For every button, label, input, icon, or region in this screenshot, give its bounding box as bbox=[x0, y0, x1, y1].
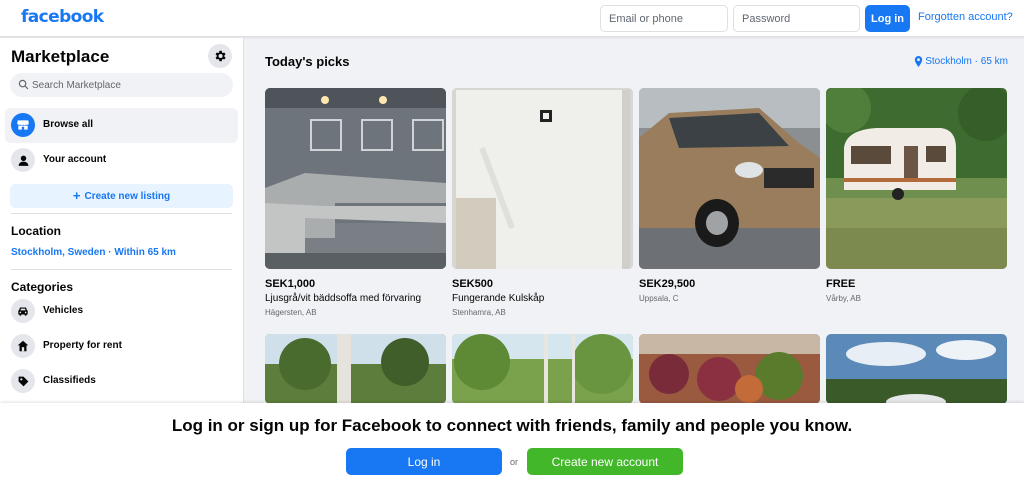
login-prompt-banner: Log in or sign up for Facebook to connec… bbox=[0, 403, 1024, 489]
tag-icon bbox=[11, 369, 35, 393]
sidebar-item-browse-all[interactable]: Browse all bbox=[5, 108, 238, 143]
listing-image-car[interactable] bbox=[639, 88, 820, 269]
listing-card[interactable] bbox=[265, 334, 446, 404]
store-icon bbox=[11, 113, 35, 137]
location-badge[interactable]: Stockholm · 65 km bbox=[914, 56, 1008, 67]
banner-login-button[interactable]: Log in bbox=[346, 448, 502, 475]
listing-price: FREE bbox=[826, 278, 856, 290]
sidebar-item-label: Browse all bbox=[43, 119, 94, 130]
marketplace-title: Marketplace bbox=[11, 47, 110, 66]
listing-price: SEK29,500 bbox=[639, 278, 696, 290]
listing-card[interactable]: SEK500 Fungerande Kulskåp Stenhamra, AB bbox=[452, 88, 633, 317]
or-separator: or bbox=[510, 457, 519, 467]
gear-icon bbox=[215, 50, 226, 62]
listing-image-birch-forest[interactable] bbox=[452, 334, 633, 404]
house-icon bbox=[11, 334, 35, 358]
plus-icon: + bbox=[72, 188, 81, 203]
category-vehicles[interactable]: Vehicles bbox=[5, 294, 238, 329]
forgot-account-link[interactable]: Forgotten account? bbox=[918, 11, 1013, 23]
listing-image-caravan[interactable] bbox=[826, 88, 1007, 269]
listing-card[interactable] bbox=[639, 334, 820, 404]
sidebar-item-label: Your account bbox=[43, 154, 107, 165]
location-filter-link[interactable]: Stockholm, Sweden · Within 65 km bbox=[11, 247, 176, 258]
listing-image-sky[interactable] bbox=[826, 334, 1007, 404]
email-field[interactable] bbox=[600, 5, 728, 32]
listing-card[interactable]: FREE Vårby, AB bbox=[826, 88, 1007, 303]
listing-title: Ljusgrå/vit bäddsoffa med förvaring bbox=[265, 293, 422, 304]
header-login-button[interactable]: Log in bbox=[865, 5, 910, 32]
create-account-button[interactable]: Create new account bbox=[527, 448, 683, 475]
search-input[interactable] bbox=[32, 73, 228, 97]
listing-location: Uppsala, C bbox=[639, 294, 679, 303]
listing-card[interactable] bbox=[826, 334, 1007, 404]
car-icon bbox=[11, 299, 35, 323]
location-badge-label: Stockholm · 65 km bbox=[925, 56, 1008, 67]
category-label: Classifieds bbox=[43, 375, 96, 386]
top-header: facebook Log in Forgotten account? bbox=[0, 0, 1024, 37]
category-property-for-rent[interactable]: Property for rent bbox=[5, 329, 238, 364]
listing-card[interactable] bbox=[452, 334, 633, 404]
banner-text: Log in or sign up for Facebook to connec… bbox=[171, 416, 853, 435]
listing-location: Stenhamra, AB bbox=[452, 308, 506, 317]
divider bbox=[11, 213, 232, 214]
search-icon bbox=[18, 79, 29, 90]
create-listing-button[interactable]: + Create new listing bbox=[10, 184, 233, 208]
map-pin-icon bbox=[915, 56, 923, 67]
categories-heading: Categories bbox=[11, 280, 74, 294]
search-box bbox=[10, 73, 233, 97]
divider bbox=[11, 269, 232, 270]
listing-location: Hägersten, AB bbox=[265, 308, 317, 317]
create-listing-label: Create new listing bbox=[84, 190, 171, 202]
category-label: Property for rent bbox=[43, 340, 122, 351]
password-field[interactable] bbox=[733, 5, 860, 32]
sidebar-item-your-account[interactable]: Your account bbox=[5, 143, 238, 178]
person-icon bbox=[11, 148, 35, 172]
category-classifieds[interactable]: Classifieds bbox=[5, 364, 238, 399]
section-title: Today's picks bbox=[265, 54, 350, 69]
listing-image-sofa[interactable] bbox=[265, 88, 446, 269]
location-heading: Location bbox=[11, 224, 61, 238]
facebook-logo[interactable]: facebook bbox=[21, 7, 104, 27]
listing-title: Fungerande Kulskåp bbox=[452, 293, 545, 304]
listing-card[interactable]: SEK1,000 Ljusgrå/vit bäddsoffa med förva… bbox=[265, 88, 446, 317]
listing-card[interactable]: SEK29,500 Uppsala, C bbox=[639, 88, 820, 303]
listing-image-fridge[interactable] bbox=[452, 88, 633, 269]
category-label: Vehicles bbox=[43, 305, 84, 316]
listing-location: Vårby, AB bbox=[826, 294, 861, 303]
listing-price: SEK500 bbox=[452, 278, 493, 290]
listing-image-plants[interactable] bbox=[639, 334, 820, 404]
settings-button[interactable] bbox=[208, 44, 232, 68]
listing-price: SEK1,000 bbox=[265, 278, 316, 290]
listing-image-forest-house[interactable] bbox=[265, 334, 446, 404]
